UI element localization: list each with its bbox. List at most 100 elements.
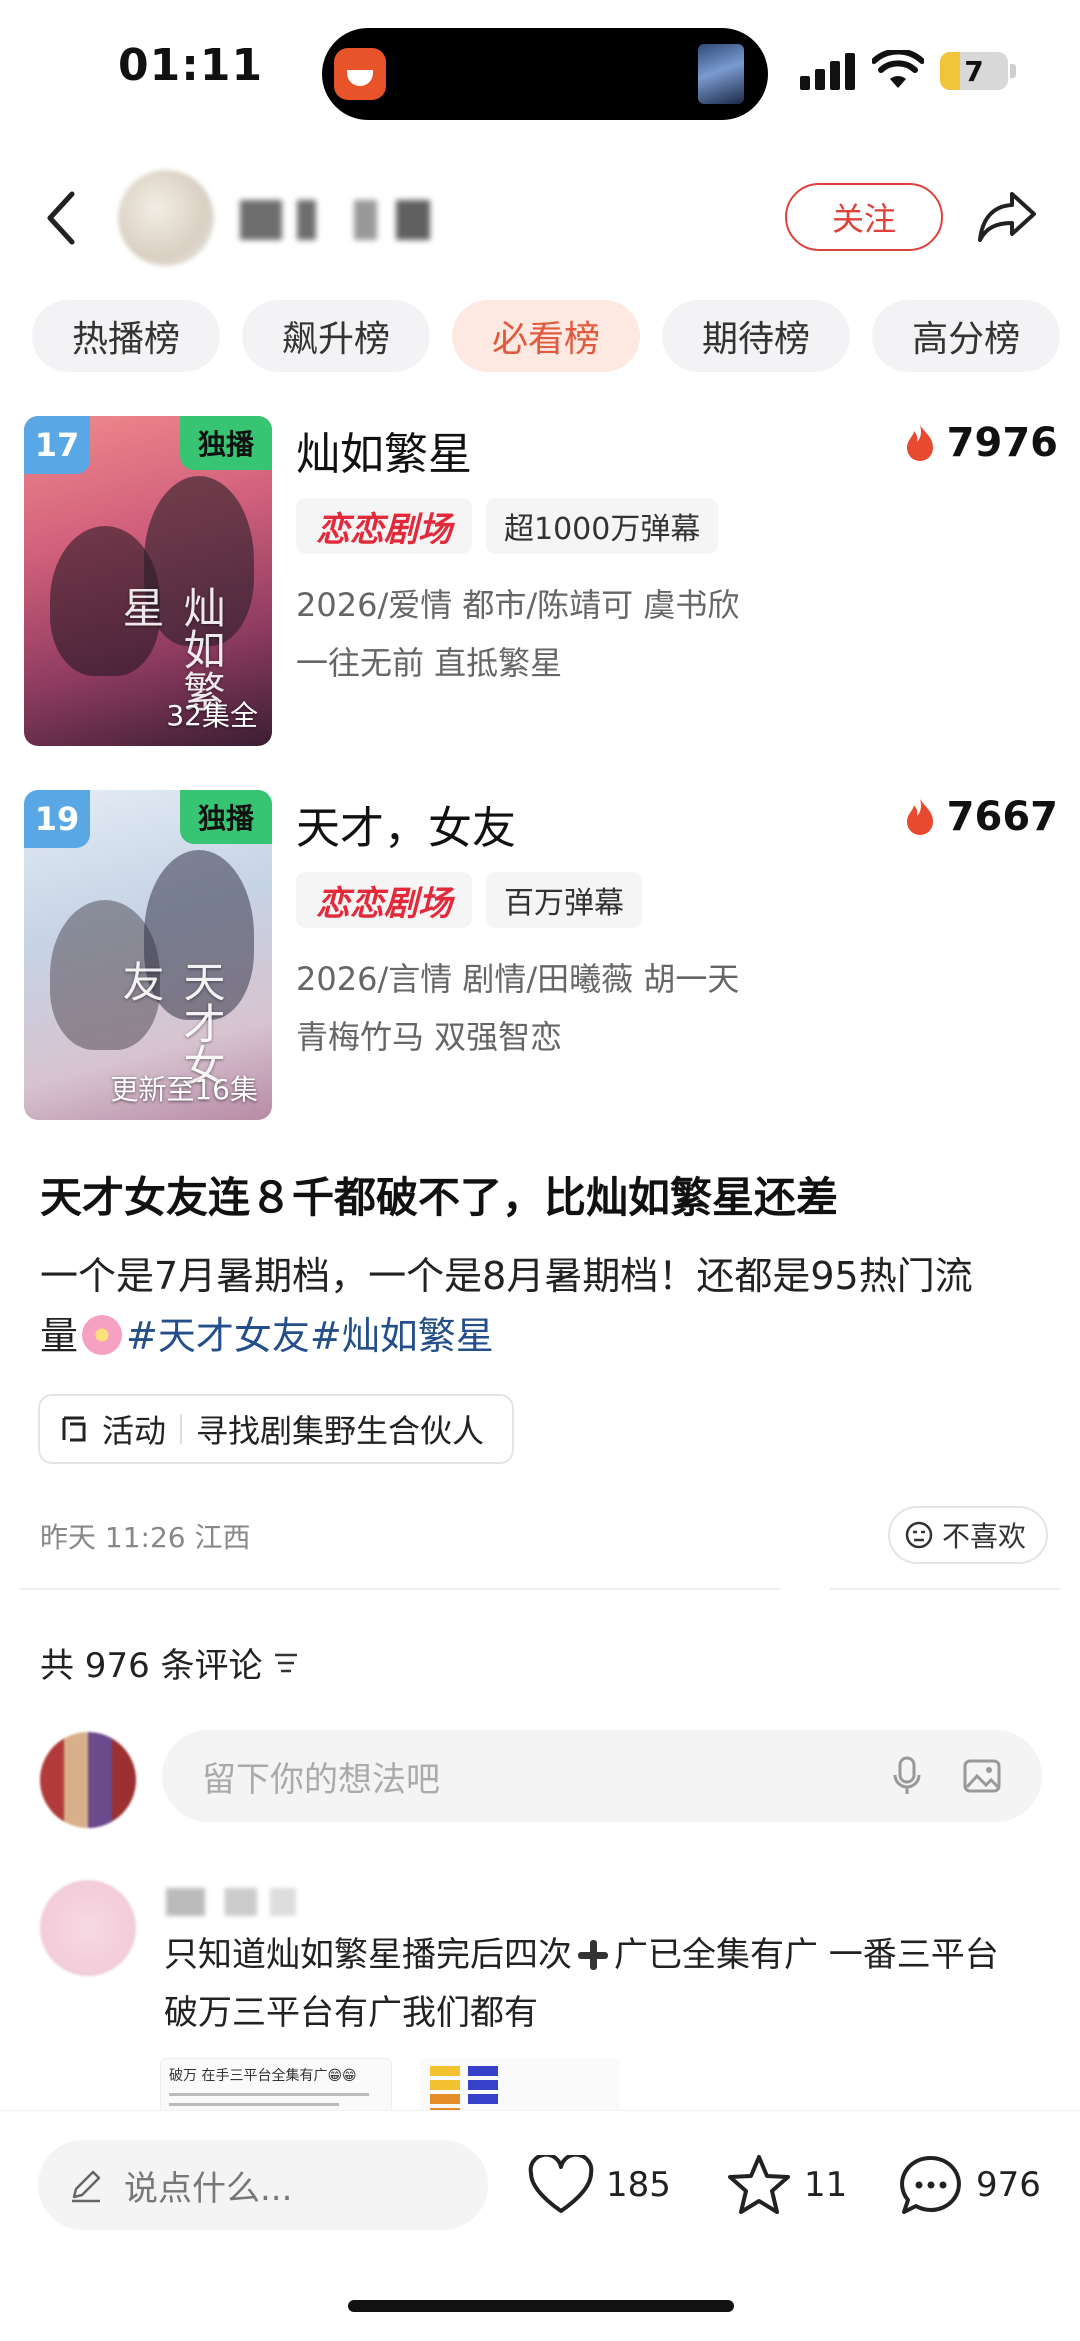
rank-badge: 17 <box>24 416 90 474</box>
post-body-line: 量 #天才女友#灿如繁星 <box>40 1306 1040 1366</box>
tab-anticipated[interactable]: 期待榜 <box>662 300 851 372</box>
drama-title[interactable]: 灿如繁星 <box>296 418 472 482</box>
episode-count: 32集全 <box>166 699 258 732</box>
image-row <box>169 2103 339 2106</box>
flame-icon <box>906 799 933 835</box>
my-avatar <box>40 1732 136 1828</box>
tab-hot[interactable]: 热播榜 <box>32 300 221 372</box>
input-actions <box>892 1756 1002 1796</box>
drama-poster[interactable]: 天才女友 19 独播 更新至16集 <box>24 790 272 1120</box>
drama-meta: 2026/爱情 都市/陈靖可 虞书欣 <box>296 586 740 624</box>
image-cell <box>468 2080 498 2090</box>
favorite-count: 11 <box>804 2165 848 2205</box>
hashtag-link[interactable]: #灿如繁星 <box>310 1314 494 1358</box>
author-name[interactable] <box>240 200 430 240</box>
meh-face-icon <box>905 1521 933 1549</box>
platform-logo: 恋恋剧场 <box>296 872 472 928</box>
activity-label: 活动 <box>102 1412 167 1450</box>
say-placeholder: 说点什么... <box>124 2168 293 2209</box>
dislike-button[interactable]: 不喜欢 <box>888 1506 1049 1564</box>
activity-icon <box>62 1416 86 1442</box>
heat-value: 7976 <box>946 420 1058 466</box>
comment-total: 976 <box>976 2165 1041 2205</box>
comment-button[interactable]: 976 <box>898 2150 1041 2220</box>
status-time: 01:11 <box>118 40 264 91</box>
exclusive-badge: 独播 <box>180 416 272 470</box>
like-button[interactable]: 185 <box>528 2150 671 2220</box>
image-cell <box>430 2066 460 2076</box>
say-something-input[interactable]: 说点什么... <box>38 2140 488 2230</box>
post-body: 一个是7月暑期档，一个是8月暑期档！还都是95热门流 量 #天才女友#灿如繁星 <box>40 1246 1040 1366</box>
star-icon <box>728 2155 790 2214</box>
home-indicator[interactable] <box>348 2300 734 2312</box>
post-body-line: 一个是7月暑期档，一个是8月暑期档！还都是95热门流 <box>40 1254 973 1298</box>
platform-logo: 恋恋剧场 <box>296 498 472 554</box>
drama-slogan: 一往无前 直抵繁星 <box>296 644 563 682</box>
hashtag-link[interactable]: #天才女友 <box>126 1314 310 1358</box>
divider <box>830 1588 1060 1590</box>
drama-card[interactable]: 灿如繁星 17 独播 32集全 灿如繁星 7976 恋恋剧场 超1000万弹幕 … <box>24 416 1064 746</box>
danmu-badge: 百万弹幕 <box>486 872 642 928</box>
drama-title[interactable]: 天才，女友 <box>296 792 516 856</box>
wifi-icon <box>872 50 924 88</box>
sort-icon <box>274 1653 297 1672</box>
commenter-avatar[interactable] <box>40 1880 136 1976</box>
drama-slogan: 青梅竹马 双强智恋 <box>296 1018 563 1056</box>
post-body-text: 量 <box>40 1314 79 1358</box>
media-thumbnail <box>698 44 744 104</box>
dislike-label: 不喜欢 <box>942 1520 1027 1553</box>
drama-badges: 恋恋剧场 百万弹幕 <box>296 872 642 928</box>
drama-meta: 2026/言情 剧情/田曦薇 胡一天 <box>296 960 740 998</box>
back-arrow-icon[interactable] <box>40 188 84 248</box>
tab-must-watch[interactable]: 必看榜 <box>452 300 641 372</box>
image-cell <box>468 2094 498 2104</box>
flame-icon <box>906 425 933 461</box>
comment-text-part: 只知道灿如繁星播完后四次 <box>164 1935 572 1975</box>
tab-rising[interactable]: 飙升榜 <box>242 300 431 372</box>
heat-score: 7976 <box>903 420 1058 466</box>
comment-text: 只知道灿如繁星播完后四次 广已全集有广 一番三平台 破万三平台有广我们都有 <box>164 1926 1044 2042</box>
image-cell <box>430 2094 460 2104</box>
heat-value: 7667 <box>946 794 1058 840</box>
danmu-badge: 超1000万弹幕 <box>486 498 719 554</box>
cellular-signal-icon <box>800 53 855 90</box>
drama-badges: 恋恋剧场 超1000万弹幕 <box>296 498 719 554</box>
commenter-name[interactable] <box>166 1888 296 1916</box>
exclusive-badge: 独播 <box>180 790 272 844</box>
post-time-location: 昨天 11:26 江西 <box>40 1521 251 1554</box>
rank-badge: 19 <box>24 790 90 848</box>
pencil-icon <box>72 2170 101 2203</box>
comment-placeholder: 留下你的想法吧 <box>202 1759 440 1800</box>
episode-count: 更新至16集 <box>110 1073 258 1106</box>
author-avatar[interactable] <box>118 170 214 266</box>
comment-input[interactable]: 留下你的想法吧 <box>162 1730 1042 1822</box>
heat-score: 7667 <box>903 794 1058 840</box>
share-icon[interactable] <box>976 186 1038 246</box>
like-count: 185 <box>606 2165 671 2205</box>
divider <box>180 1414 183 1444</box>
follow-button[interactable]: 关注 <box>785 183 943 251</box>
microphone-icon[interactable] <box>892 1756 922 1796</box>
heart-icon <box>528 2155 594 2213</box>
comment-count-sort[interactable]: 共 976 条评论 <box>40 1638 299 1687</box>
drama-poster[interactable]: 灿如繁星 17 独播 32集全 <box>24 416 272 746</box>
tab-high-score[interactable]: 高分榜 <box>872 300 1061 372</box>
post-title: 天才女友连８千都破不了，比灿如繁星还差 <box>40 1173 839 1222</box>
drama-card[interactable]: 天才女友 19 独播 更新至16集 天才，女友 7667 恋恋剧场 百万弹幕 2… <box>24 790 1064 1120</box>
app-icon <box>334 48 386 100</box>
comment-image-caption: 破万 在手三平台全集有广😁😁 <box>169 2068 357 2084</box>
comment-line: 只知道灿如繁星播完后四次 广已全集有广 一番三平台 <box>164 1926 1044 1984</box>
image-cell <box>468 2066 498 2076</box>
image-picker-icon[interactable] <box>962 1756 1002 1796</box>
image-row <box>169 2093 369 2096</box>
divider <box>20 1588 780 1590</box>
activity-chip[interactable]: 活动 寻找剧集野生合伙人 <box>38 1394 515 1464</box>
flower-emoji-icon <box>82 1315 123 1355</box>
battery-indicator: 7 <box>940 52 1018 90</box>
favorite-button[interactable]: 11 <box>726 2150 847 2220</box>
battery-level: 7 <box>964 54 984 88</box>
comment-bubble-icon <box>900 2155 961 2214</box>
comment-count: 共 976 条评论 <box>40 1646 263 1686</box>
comment-line: 破万三平台有广我们都有 <box>164 1993 538 2033</box>
image-cell <box>430 2080 460 2090</box>
